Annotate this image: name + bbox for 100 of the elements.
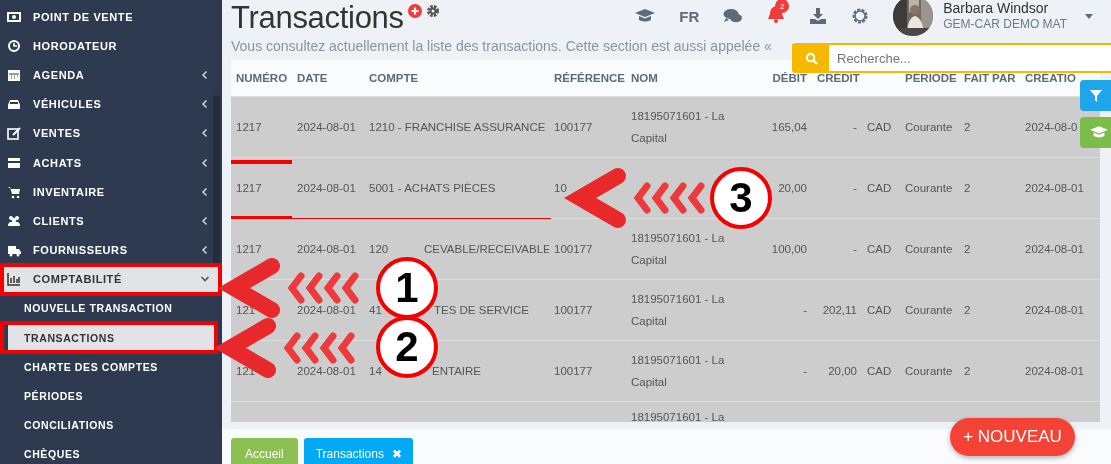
table-cell: Courante — [905, 121, 953, 133]
sidebar-label: ACHATS — [33, 156, 83, 169]
table-cell: Courante — [905, 304, 953, 316]
table-cell: 165,04 — [771, 121, 807, 133]
chat-icon[interactable] — [723, 8, 744, 24]
sidebar-item[interactable]: CLIENTS — [0, 206, 222, 236]
table-cell: 1217 — [236, 243, 262, 255]
users-icon — [7, 213, 21, 228]
sidebar-item[interactable]: AGENDA — [0, 60, 222, 90]
table-cell: 100,00 — [771, 243, 807, 255]
filter-button[interactable] — [1080, 80, 1111, 111]
table-cell: 20,00 — [828, 365, 857, 377]
cart-icon — [7, 184, 21, 199]
language-button[interactable]: FR — [679, 7, 700, 25]
caret-icon[interactable] — [1085, 13, 1093, 19]
table-cell: 2024-08-01 — [297, 243, 356, 255]
download-icon[interactable] — [809, 7, 828, 25]
table-cell: Courante — [905, 182, 953, 194]
table-cell: 100177 — [554, 243, 593, 255]
table-cell: 2024-08-01 — [297, 121, 356, 133]
sidebar-item[interactable]: VÉHICULES — [0, 89, 222, 119]
sidebar-label: CLIENTS — [33, 214, 86, 227]
table-cell: 18195071601 - La — [631, 411, 725, 422]
graduation-cap-icon — [1090, 125, 1108, 140]
sidebar-item[interactable]: ACHATS — [0, 147, 222, 178]
table-cell-text: 18195071601 - La Capital — [631, 232, 726, 266]
table-cell: 1217 — [236, 121, 262, 133]
sidebar-label: COMPTABILITÉ — [33, 273, 123, 286]
submenu-item[interactable]: CONCILIATIONS — [0, 410, 222, 440]
company-name: GEM-CAR DEMO MAT — [943, 16, 1067, 32]
sidebar-label: VÉHICULES — [33, 98, 103, 111]
table-cell: CAD — [867, 182, 892, 194]
edit-icon — [7, 126, 21, 141]
table-cell: 2024-08-01 — [1025, 365, 1084, 377]
table-cell: 121 — [236, 304, 256, 316]
column-header[interactable]: CRÉDIT — [817, 72, 860, 84]
column-header[interactable]: RÉFÉRENCE — [554, 72, 625, 84]
card-icon — [7, 155, 21, 170]
search-field[interactable]: Recherche... — [792, 43, 1111, 73]
table-cell: 1210 - FRANCHISE ASSURANCE — [369, 121, 546, 133]
page-description: Vous consultez actuellement la liste des transactions. Cette section est aussi appelée « — [231, 38, 772, 56]
clock-icon — [7, 38, 21, 53]
settings-icon[interactable] — [425, 4, 440, 18]
table-cell: - — [853, 182, 857, 194]
column-header[interactable]: FAIT PAR — [964, 72, 1016, 84]
column-header[interactable]: NOM — [631, 72, 658, 84]
table-cell: 120 — [369, 243, 389, 255]
notification-badge: 2 — [775, 0, 790, 13]
table-cell: 2 — [964, 243, 971, 255]
chart-icon — [7, 272, 21, 287]
column-header[interactable]: CRÉATIO — [1025, 72, 1076, 84]
table-cell: 202,11 — [822, 304, 857, 316]
table-cell: CAD — [867, 304, 892, 316]
table-cell: 2 — [964, 121, 971, 133]
sidebar-item[interactable]: HORODATEUR — [0, 31, 222, 61]
sidebar-item[interactable]: FOURNISSEURS — [0, 235, 222, 265]
search-icon — [805, 51, 818, 65]
settings-icon[interactable] — [851, 7, 870, 25]
table-cell: 100177 — [554, 365, 593, 377]
table-cell: 2 — [964, 365, 971, 377]
table-cell: 5001 - ACHATS PIÈCES — [369, 182, 496, 194]
table-cell-text: 18195071601 - La Capital — [631, 293, 726, 327]
submenu-item[interactable]: CHARTE DES COMPTES — [0, 352, 222, 382]
sidebar-label: FOURNISSEURS — [33, 244, 129, 257]
graduation-cap-icon[interactable] — [635, 8, 656, 24]
calendar-icon — [7, 67, 21, 82]
table-cell: - — [853, 243, 857, 255]
table-cell: - — [803, 365, 807, 377]
table-cell: - — [803, 304, 807, 316]
table-cell: 2024-08-01 — [1025, 304, 1084, 316]
table-cell: - — [853, 121, 857, 133]
table-cell: 2024-08-01 — [297, 182, 356, 194]
submenu-item[interactable]: NOUVELLE TRANSACTION — [0, 293, 222, 324]
user-name: Barbara Windsor — [943, 0, 1050, 16]
sidebar-label: VENTES — [33, 127, 82, 140]
table-cell: 2024-08-01 — [297, 304, 356, 316]
sidebar-item[interactable]: INVENTAIRE — [0, 177, 222, 207]
submenu-item[interactable]: PÉRIODES — [0, 381, 222, 411]
column-header[interactable]: DÉBIT — [772, 72, 807, 84]
column-header[interactable]: PÉRIODE — [905, 72, 957, 84]
table-cell: Courante — [905, 365, 953, 377]
sidebar-label: INVENTAIRE — [33, 185, 106, 198]
sidebar-item[interactable]: POINT DE VENTE — [0, 2, 222, 32]
table-cell: Courante — [905, 243, 953, 255]
column-header[interactable]: NUMÉRO — [236, 72, 288, 84]
table-cell: 10 — [554, 182, 567, 194]
new-button[interactable]: + NOUVEAU — [950, 418, 1075, 456]
sidebar-item[interactable]: COMPTABILITÉ — [0, 264, 222, 294]
add-icon[interactable] — [407, 4, 422, 18]
table-cell: 100177 — [554, 304, 593, 316]
truck-icon — [7, 243, 21, 258]
sidebar-label: POINT DE VENTE — [33, 10, 135, 23]
table-cell: 2 — [964, 304, 971, 316]
table-cell: 2 — [964, 182, 971, 194]
column-header[interactable]: DATE — [297, 72, 328, 84]
sidebar-item[interactable]: VENTES — [0, 118, 222, 148]
scrollbar[interactable] — [213, 95, 220, 265]
submenu-item[interactable]: CHÈQUES — [0, 439, 222, 464]
column-header[interactable]: COMPTE — [369, 72, 419, 84]
table-cell: CAD — [867, 121, 892, 133]
